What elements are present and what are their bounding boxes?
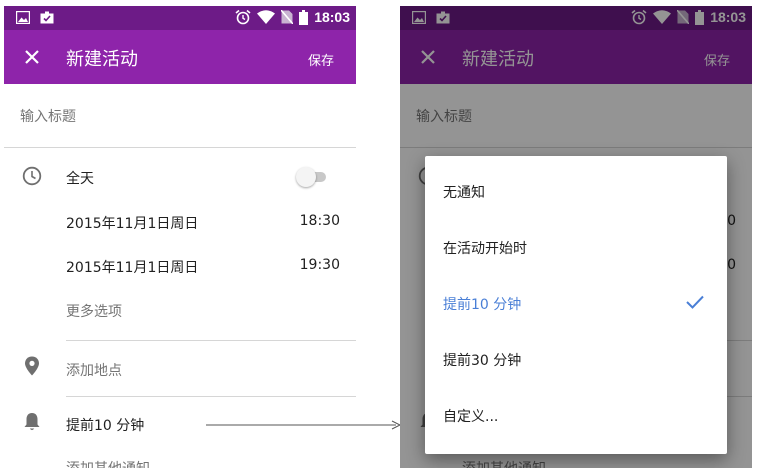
- notification-option-label: 自定义...: [443, 409, 499, 425]
- checkmark-icon: [686, 295, 704, 309]
- save-button[interactable]: 保存: [308, 50, 334, 69]
- briefcase-check-icon: [40, 11, 54, 24]
- all-day-label: 全天: [66, 171, 94, 187]
- phone-screen-new-event: 18:03 新建活动 保存 输入标题 全天 2015年11月1日周日 18:30…: [4, 6, 356, 468]
- all-day-toggle[interactable]: [296, 167, 330, 187]
- event-form: 输入标题 全天 2015年11月1日周日 18:30 2015年11月1日周日 …: [4, 84, 356, 468]
- notification-option-label: 提前10 分钟: [443, 297, 522, 313]
- notification-option[interactable]: 无通知: [425, 164, 727, 220]
- notification-option[interactable]: 自定义...: [425, 388, 727, 444]
- page-title: 新建活动: [66, 49, 138, 70]
- status-time: 18:03: [314, 9, 350, 25]
- clock-icon: [22, 166, 42, 186]
- notification-option-label: 在活动开始时: [443, 241, 527, 257]
- notification-dialog: 无通知 在活动开始时 提前10 分钟 提前30 分钟 自定义...: [425, 156, 727, 454]
- start-time[interactable]: 18:30: [300, 213, 340, 229]
- add-location-field[interactable]: 添加地点: [66, 360, 122, 380]
- bell-icon: [22, 412, 42, 432]
- location-pin-icon: [22, 356, 42, 376]
- notification-item[interactable]: 提前10 分钟: [66, 415, 144, 435]
- alarm-icon: [235, 9, 251, 25]
- close-icon: [25, 50, 39, 64]
- divider: [66, 340, 356, 341]
- event-title-input[interactable]: 输入标题: [20, 106, 76, 126]
- close-button[interactable]: [18, 43, 46, 71]
- end-date[interactable]: 2015年11月1日周日: [66, 257, 198, 277]
- notification-option-label: 无通知: [443, 185, 485, 201]
- image-icon: [16, 11, 30, 24]
- notification-option-label: 提前30 分钟: [443, 353, 522, 369]
- notification-option[interactable]: 提前30 分钟: [425, 332, 727, 388]
- more-options-link[interactable]: 更多选项: [66, 301, 122, 321]
- arrow-connector: [206, 420, 402, 430]
- divider: [4, 147, 356, 148]
- battery-icon: [299, 9, 309, 25]
- notification-option[interactable]: 在活动开始时: [425, 220, 727, 276]
- divider: [66, 396, 356, 397]
- add-other-notification[interactable]: 添加其他通知: [66, 458, 150, 468]
- no-sim-icon: [281, 10, 294, 24]
- phone-screen-notification-dialog: 18:03 新建活动 保存 输入标题 0 0 添加其他通知 无通知 在活动开始时: [400, 6, 752, 468]
- app-bar: 新建活动 保存: [4, 30, 356, 84]
- end-time[interactable]: 19:30: [300, 257, 340, 273]
- notification-option-selected[interactable]: 提前10 分钟: [425, 276, 727, 332]
- start-date[interactable]: 2015年11月1日周日: [66, 213, 198, 233]
- status-bar: 18:03: [4, 6, 356, 30]
- wifi-icon: [257, 10, 276, 24]
